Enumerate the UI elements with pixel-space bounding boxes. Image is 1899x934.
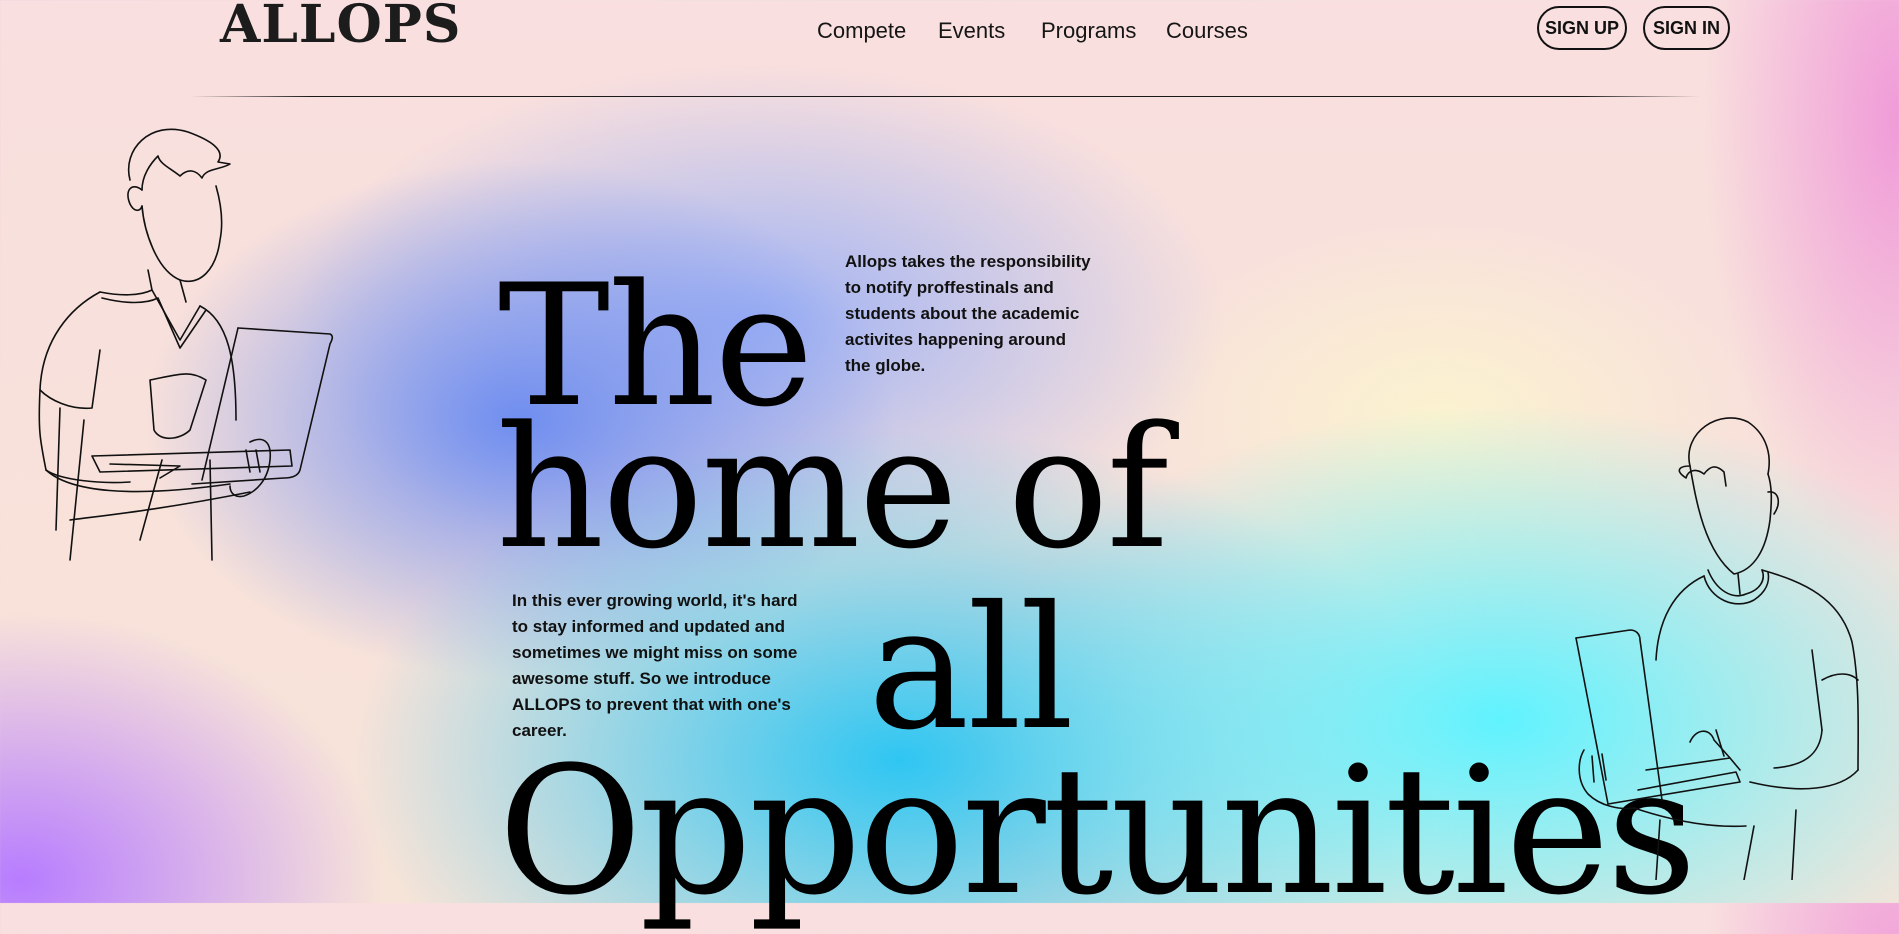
- nav-item-courses[interactable]: Courses: [1166, 18, 1248, 44]
- sign-in-button[interactable]: SIGN IN: [1643, 6, 1730, 50]
- nav-item-compete[interactable]: Compete: [817, 18, 906, 44]
- left-man-laptop-illustration: [38, 128, 334, 561]
- mission-blurb: In this ever growing world, it's hard to…: [512, 591, 798, 740]
- right-man-laptop-illustration: [1575, 417, 1860, 880]
- hero-title-line-4: Opportunities: [498, 729, 1697, 934]
- nav-item-programs[interactable]: Programs: [1041, 18, 1136, 44]
- intro-blurb: Allops takes the responsibility to notif…: [845, 252, 1091, 375]
- hero-title-line-2: home of: [496, 390, 1169, 586]
- header-divider: [190, 96, 1700, 97]
- sign-up-button[interactable]: SIGN UP: [1537, 6, 1627, 50]
- nav-item-events[interactable]: Events: [938, 18, 1005, 44]
